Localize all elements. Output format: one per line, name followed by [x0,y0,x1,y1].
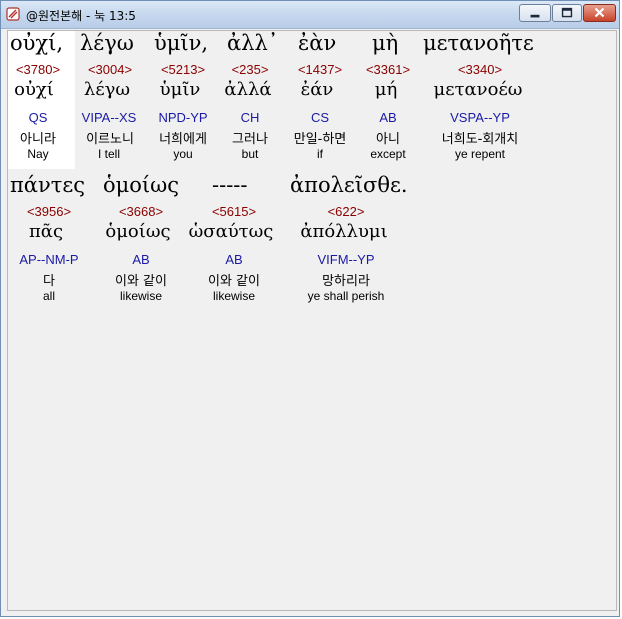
english-gloss: likewise [119,289,163,303]
morphology-code: QS [28,110,48,125]
greek-surface-word[interactable]: μὴ [372,31,398,55]
english-gloss: I tell [97,147,121,161]
greek-lemma[interactable]: μή [375,79,397,100]
korean-gloss: 망하리라 [322,274,370,289]
english-gloss: all [42,289,56,303]
close-button[interactable] [583,4,616,22]
english-gloss: but [241,147,259,161]
greek-surface-word[interactable]: πάντες [10,173,85,197]
greek-lemma[interactable]: λέγω [84,79,130,100]
app-window: @원전본해 - 눅 13:5 οὐχί, <3780> οὐχί QS 아니라 … [0,0,620,617]
korean-gloss: 그러나 [232,132,268,147]
morphology-code: CS [310,110,330,125]
korean-gloss: 이와 같이 [115,274,167,289]
morphology-code: VIFM--YP [317,252,375,267]
minimize-icon [530,14,540,18]
close-icon [594,7,605,18]
english-gloss: ye repent [454,147,506,161]
morphology-code: AP--NM-P [19,252,79,267]
korean-gloss: 만일-하면 [293,132,347,147]
bible-app-icon[interactable] [5,6,21,22]
strong-number[interactable]: <235> [232,62,269,77]
english-gloss: if [317,147,323,161]
greek-lemma[interactable]: ἀπόλλυμι [300,221,387,242]
strong-number[interactable]: <622> [328,204,365,219]
strong-number[interactable]: <3668> [119,204,163,219]
english-gloss: ye shall perish [307,289,385,303]
maximize-button[interactable] [552,4,582,22]
korean-gloss: 다 [43,274,55,289]
greek-surface-word[interactable]: ἀπολεῖσθε. [290,173,408,197]
strong-number[interactable]: <1437> [298,62,342,77]
maximize-icon [561,7,573,18]
greek-lemma[interactable]: ἐάν [301,79,334,100]
greek-surface-word[interactable]: ὁμοίως [103,173,179,197]
english-gloss: likewise [212,289,256,303]
strong-number[interactable]: <3361> [366,62,410,77]
english-gloss: Nay [27,147,49,161]
greek-lemma[interactable]: πᾶς [29,221,63,242]
greek-lemma[interactable]: οὐχί [14,79,54,100]
english-gloss: you [173,147,193,161]
korean-gloss: 이르노니 [86,132,134,147]
korean-gloss: 너희도-회개치 [441,132,519,147]
morphology-code: AB [379,110,397,125]
window-title: @원전본해 - 눅 13:5 [26,9,136,23]
minimize-button[interactable] [519,4,551,22]
korean-gloss: 아니라 [20,132,56,147]
strong-number[interactable]: <3956> [27,204,71,219]
interlinear-panel[interactable]: οὐχί, <3780> οὐχί QS 아니라 Nay λέγω <3004>… [7,30,617,611]
greek-surface-word[interactable]: οὐχί, [10,31,63,55]
morphology-code: AB [132,252,150,267]
greek-surface-word[interactable]: ἐὰν [298,31,336,55]
korean-gloss: 이와 같이 [208,274,260,289]
strong-number[interactable]: <3780> [16,62,60,77]
greek-surface-word[interactable]: μετανοῆτε [423,31,534,55]
greek-lemma[interactable]: ὑμῖν [160,79,201,100]
greek-lemma[interactable]: ὁμοίως [105,221,170,242]
greek-surface-word[interactable]: ὑμῖν, [154,31,208,55]
greek-surface-word[interactable]: λέγω [80,31,134,55]
english-gloss: except [370,147,406,161]
morphology-code: CH [240,110,260,125]
morphology-code: VSPA--YP [450,110,510,125]
korean-gloss: 아니 [376,132,400,147]
morphology-code: NPD-YP [158,110,208,125]
greek-surface-word[interactable]: ἀλλ᾽ [227,31,278,55]
greek-surface-word[interactable]: ----- [212,173,247,197]
greek-lemma[interactable]: ὡσαύτως [189,221,274,242]
greek-lemma[interactable]: ἀλλά [224,79,271,100]
morphology-code: VIPA--XS [81,110,137,125]
morphology-code: AB [225,252,243,267]
strong-number[interactable]: <5213> [161,62,205,77]
strong-number[interactable]: <3004> [88,62,132,77]
strong-number[interactable]: <5615> [212,204,256,219]
greek-lemma[interactable]: μετανοέω [434,79,523,100]
strong-number[interactable]: <3340> [458,62,502,77]
title-bar[interactable]: @원전본해 - 눅 13:5 [1,1,619,29]
korean-gloss: 너희에게 [159,132,207,147]
